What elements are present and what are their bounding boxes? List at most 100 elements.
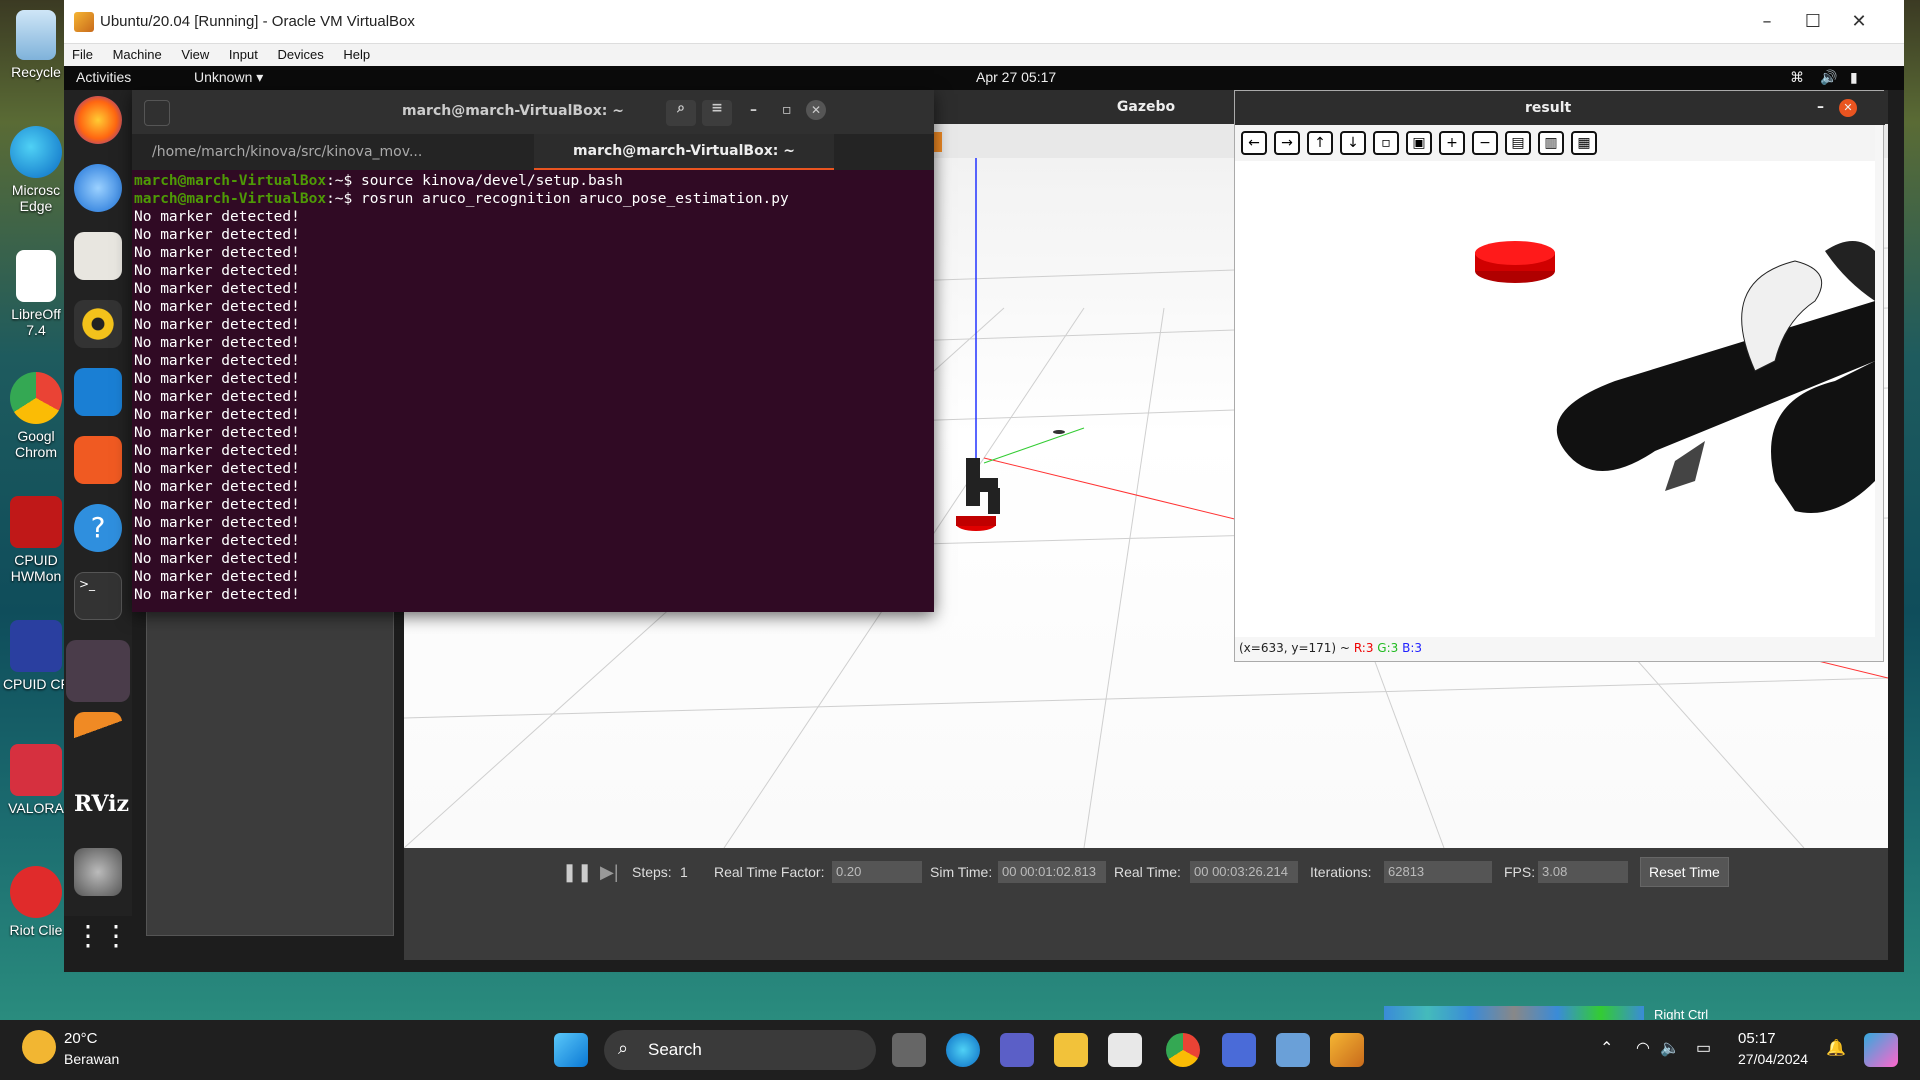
menu-help[interactable]: Help: [335, 44, 378, 65]
desktop-icon-label: CPUID CF: [2, 676, 70, 692]
weather-temperature[interactable]: 20°C: [64, 1030, 98, 1047]
terminal-output-line: No marker detected!: [134, 569, 300, 585]
app-menu[interactable]: Unknown ▾: [194, 69, 263, 86]
menu-machine[interactable]: Machine: [105, 44, 170, 65]
steps-value[interactable]: 1: [680, 864, 688, 880]
desktop-icon-edge[interactable]: Microsc Edge: [0, 126, 72, 214]
desktop-icon-cpuid[interactable]: CPUID CF: [0, 620, 72, 692]
menu-file[interactable]: File: [64, 44, 101, 65]
thunderbird-icon[interactable]: [74, 164, 122, 212]
tab-kinova[interactable]: /home/march/kinova/src/kinova_mov...: [152, 144, 422, 160]
close-icon[interactable]: ✕: [1836, 8, 1882, 36]
copy-icon[interactable]: ▥: [1538, 131, 1564, 155]
new-tab-icon[interactable]: [144, 100, 170, 126]
network-icon[interactable]: ⌘: [1790, 69, 1804, 86]
notification-icon[interactable]: 🔔: [1826, 1038, 1846, 1058]
maximize-icon[interactable]: ☐: [1790, 8, 1836, 36]
battery-icon[interactable]: ▮: [1850, 69, 1858, 86]
terminal-output-line: No marker detected!: [134, 299, 300, 315]
search-icon[interactable]: ⌕: [666, 100, 696, 126]
valorant-icon: [10, 744, 62, 796]
copilot-corner-icon[interactable]: [1864, 1033, 1898, 1067]
battery-icon[interactable]: ▭: [1696, 1038, 1711, 1058]
taskbar-date[interactable]: 27/04/2024: [1738, 1051, 1808, 1067]
activities-button[interactable]: Activities: [76, 69, 131, 85]
menu-input[interactable]: Input: [221, 44, 266, 65]
desktop-icon-chrome[interactable]: Googl Chrom: [0, 372, 72, 460]
weather-description[interactable]: Berawan: [64, 1051, 119, 1067]
terminal-icon[interactable]: >_: [74, 572, 122, 620]
libreoffice-writer-icon[interactable]: [74, 368, 122, 416]
hamburger-menu-icon[interactable]: ≡: [702, 100, 732, 126]
search-box[interactable]: ⌕ Search: [604, 1030, 876, 1070]
save-icon[interactable]: ▤: [1505, 131, 1531, 155]
taskbar-time[interactable]: 05:17: [1738, 1030, 1776, 1047]
desktop-icon-label: CPUID HWMon: [10, 552, 62, 584]
blue-value: B:3: [1402, 641, 1423, 655]
minimize-icon[interactable]: –: [1817, 99, 1824, 115]
rhythmbox-icon[interactable]: [74, 300, 122, 348]
pan-down-icon[interactable]: ↓: [1340, 131, 1366, 155]
menu-devices[interactable]: Devices: [269, 44, 331, 65]
virtualbox-menubar: File Machine View Input Devices Help: [64, 44, 1904, 66]
desktop-icon-riot-client[interactable]: Riot Clie: [0, 866, 72, 938]
terminal-output[interactable]: march@march-VirtualBox:~$ source kinova/…: [132, 170, 934, 612]
pan-up-icon[interactable]: ↑: [1307, 131, 1333, 155]
desktop-icon-valorant[interactable]: VALORA: [0, 744, 72, 816]
microsoft-store-icon[interactable]: [1108, 1033, 1142, 1067]
desktop-icon-hwmonitor[interactable]: CPUID HWMon: [0, 496, 72, 584]
gazebo-running-icon[interactable]: [66, 640, 130, 702]
chrome-taskbar-icon[interactable]: [1166, 1033, 1200, 1067]
weather-icon[interactable]: [22, 1030, 56, 1064]
zoom-out-icon[interactable]: −: [1472, 131, 1498, 155]
pan-right-icon[interactable]: →: [1274, 131, 1300, 155]
close-icon[interactable]: ✕: [1839, 99, 1857, 117]
menu-view[interactable]: View: [173, 44, 217, 65]
terminal-output-line: No marker detected!: [134, 227, 300, 243]
ubuntu-dock: ? >_ RViz ⋮⋮: [64, 90, 132, 952]
show-apps-icon[interactable]: ⋮⋮: [74, 912, 130, 952]
gazebo-icon[interactable]: [74, 712, 122, 760]
camera-view: [1475, 241, 1875, 513]
task-view-icon[interactable]: [892, 1033, 926, 1067]
file-explorer-icon[interactable]: [1054, 1033, 1088, 1067]
volume-icon[interactable]: 🔊: [1820, 69, 1837, 86]
files-icon[interactable]: [74, 232, 122, 280]
close-icon[interactable]: ✕: [806, 100, 826, 120]
ubuntu-software-icon[interactable]: [74, 436, 122, 484]
result-image[interactable]: [1235, 161, 1875, 637]
tab-home[interactable]: march@march-VirtualBox: ~: [534, 134, 834, 170]
maximize-icon[interactable]: ▫: [782, 102, 792, 118]
wifi-icon[interactable]: ◠: [1636, 1038, 1650, 1058]
minimize-icon[interactable]: –: [1744, 8, 1790, 36]
rviz-icon[interactable]: RViz: [74, 780, 129, 828]
properties-icon[interactable]: ▦: [1571, 131, 1597, 155]
pan-left-icon[interactable]: ←: [1241, 131, 1267, 155]
riot-client-icon: [10, 866, 62, 918]
firefox-icon[interactable]: [74, 96, 122, 144]
ubuntu-top-bar: Activities Unknown ▾ Apr 27 05:17 ⌘ 🔊 ▮: [64, 66, 1904, 90]
clock[interactable]: Apr 27 05:17: [976, 69, 1056, 85]
zoom-fit-icon[interactable]: ▫: [1373, 131, 1399, 155]
zoom-in-icon[interactable]: +: [1439, 131, 1465, 155]
help-icon[interactable]: ?: [74, 504, 122, 552]
teams-icon[interactable]: [1000, 1033, 1034, 1067]
dvd-icon[interactable]: [74, 848, 122, 896]
desktop-icon-recycle-bin[interactable]: Recycle: [0, 10, 72, 80]
start-icon[interactable]: [554, 1033, 588, 1067]
step-icon[interactable]: ▶|: [600, 862, 619, 883]
reset-time-button[interactable]: Reset Time: [1640, 857, 1729, 887]
desktop-icon-libreoffice[interactable]: LibreOff 7.4: [0, 250, 72, 338]
volume-icon[interactable]: 🔈: [1660, 1038, 1680, 1058]
desktop-icon-label: Googl Chrom: [14, 428, 57, 460]
chevron-up-icon[interactable]: ⌃: [1600, 1038, 1613, 1058]
terminal-output-line: No marker detected!: [134, 245, 300, 261]
virtualbox-manager-icon[interactable]: [1276, 1033, 1310, 1067]
hwmonitor-icon: [10, 496, 62, 548]
minimize-icon[interactable]: –: [750, 102, 757, 118]
edge-taskbar-icon[interactable]: [946, 1033, 980, 1067]
pause-icon[interactable]: ❚❚: [562, 862, 592, 883]
zoom-original-icon[interactable]: ▣: [1406, 131, 1432, 155]
virtualbox-vm-icon[interactable]: [1330, 1033, 1364, 1067]
copilot-icon[interactable]: [1222, 1033, 1256, 1067]
